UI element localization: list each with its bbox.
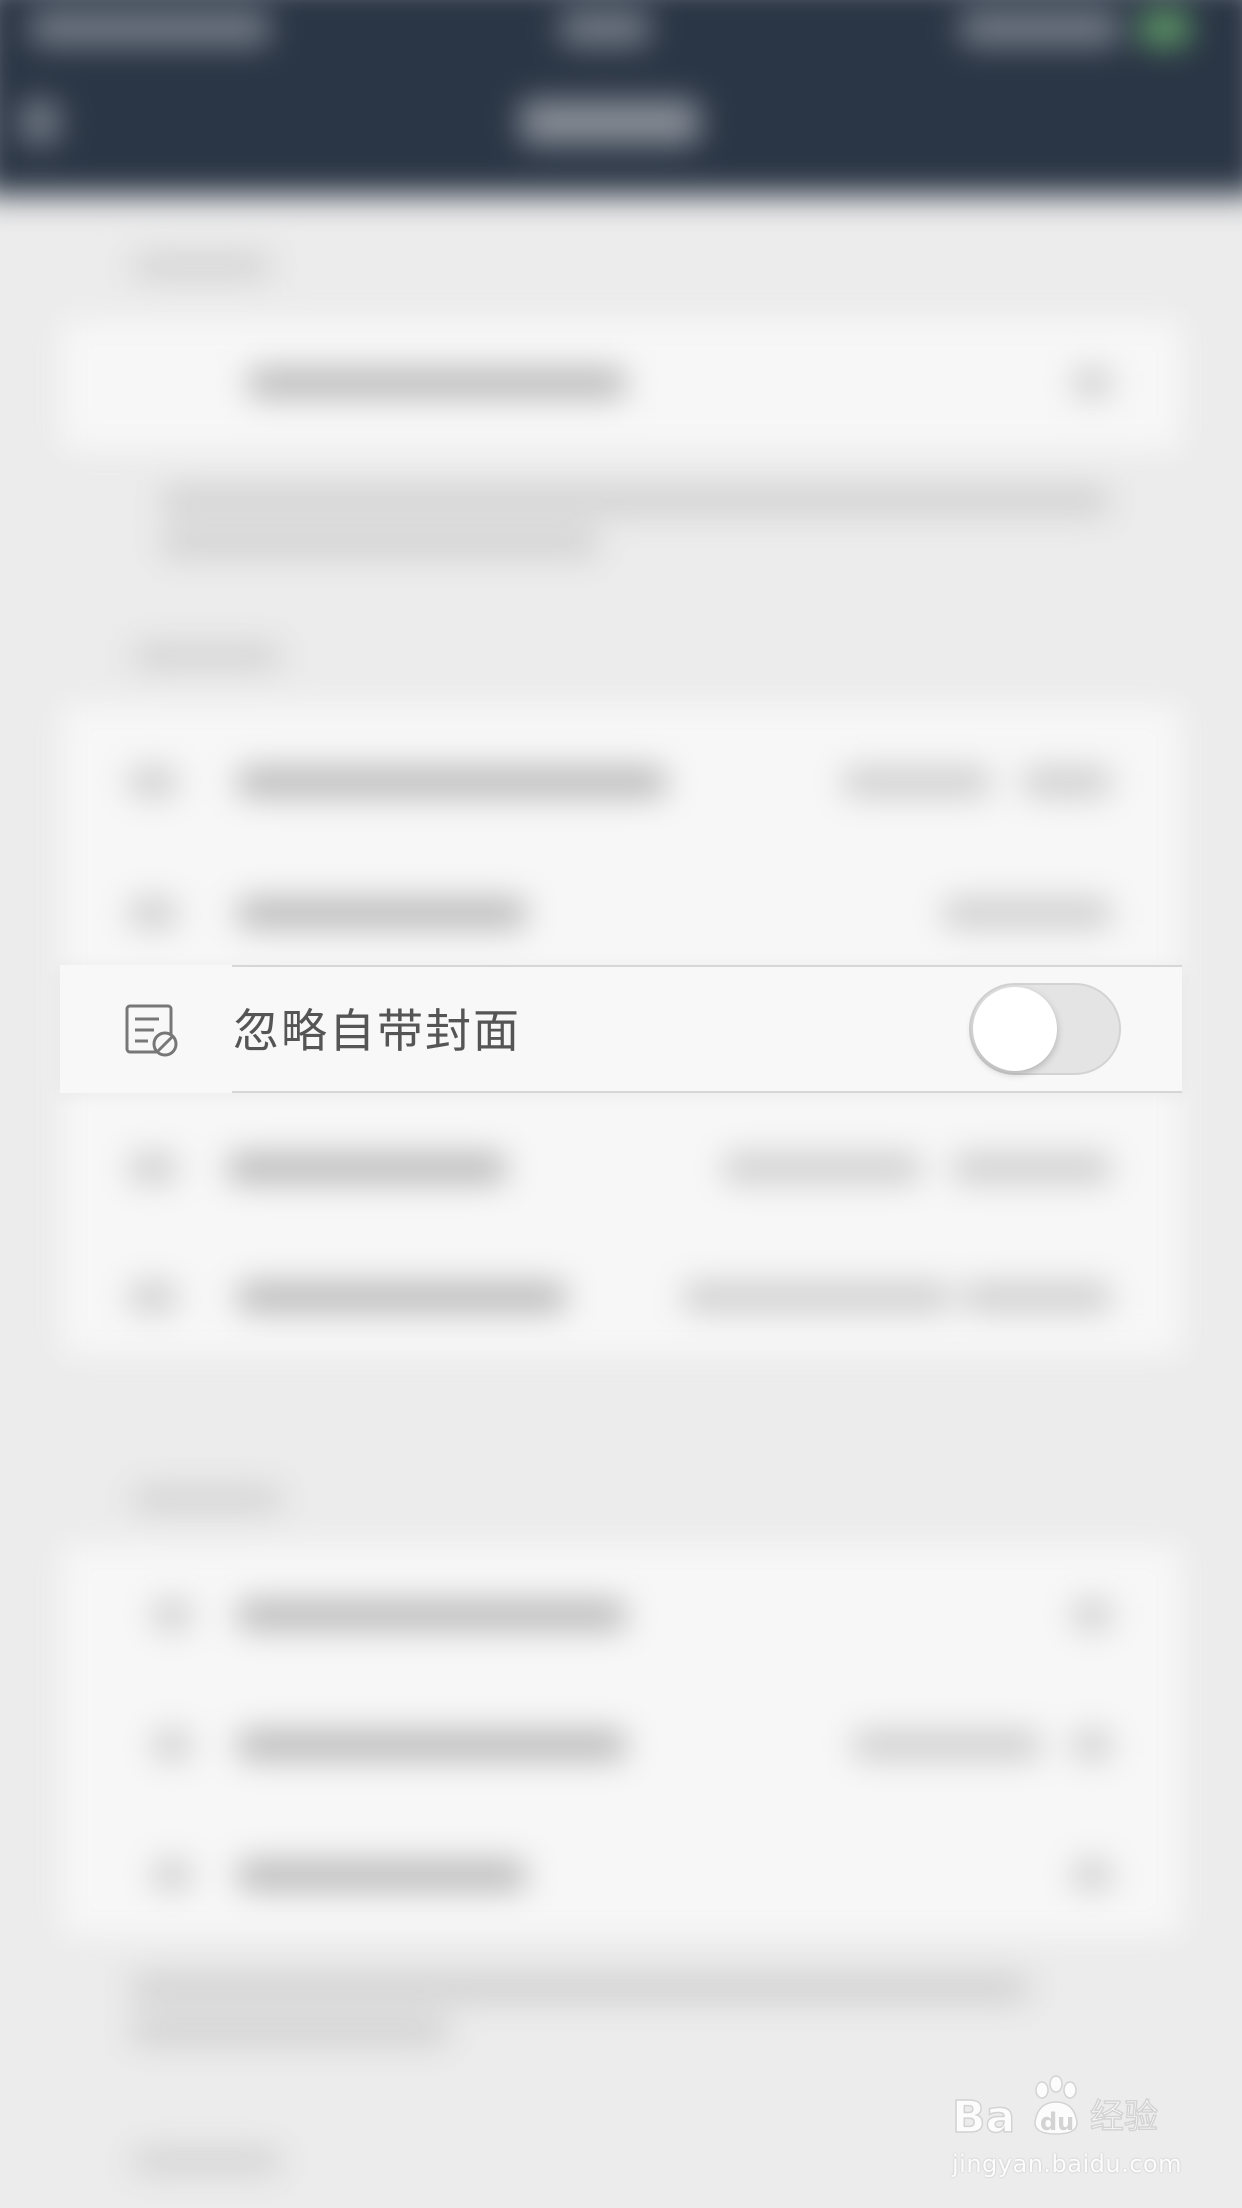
row-value [852, 1730, 1042, 1760]
row-value [682, 1282, 952, 1312]
svg-text:经验: 经验 [1090, 2097, 1158, 2137]
settings-screen: 忽略自带封面 Ba du 经验 jingyan.baidu.com [0, 0, 1242, 2208]
baidu-jingyan-watermark: Ba du 经验 jingyan.baidu.com [950, 2070, 1190, 2190]
row-text [237, 767, 667, 797]
row-icon [152, 1600, 192, 1630]
description-text [130, 2018, 450, 2044]
row-icon [128, 1282, 178, 1312]
section-header [132, 255, 272, 277]
row-text [237, 1600, 627, 1630]
ignore-cover-toggle[interactable] [969, 983, 1121, 1075]
chevron-right-icon [1072, 1730, 1112, 1760]
setting-label: 忽略自带封面 [233, 1004, 521, 1058]
row-value [942, 898, 1112, 928]
watermark-url: jingyan.baidu.com [952, 2150, 1182, 2178]
row-text [227, 1153, 507, 1183]
row-icon [128, 1153, 178, 1183]
row-value [962, 1282, 1112, 1312]
section-header [132, 1488, 282, 1510]
description-text [160, 530, 600, 556]
row-value [842, 767, 992, 797]
battery-icon [1140, 10, 1190, 46]
status-bar-time [560, 10, 650, 46]
row-text [237, 1860, 527, 1890]
section-header [132, 645, 282, 667]
row-text [237, 1282, 567, 1312]
description-text [160, 488, 1110, 514]
row-value [722, 1153, 922, 1183]
row-text [237, 898, 527, 928]
status-bar-battery [960, 10, 1120, 46]
ignore-cover-setting-row[interactable]: 忽略自带封面 [60, 965, 1182, 1093]
row-icon [152, 1730, 192, 1760]
baidu-logo: Ba du 经验 [951, 2075, 1159, 2144]
row-icon [128, 898, 178, 928]
row-icon [152, 1860, 192, 1890]
row-text [247, 368, 627, 398]
row-value [1022, 767, 1112, 797]
section-header [132, 2150, 282, 2172]
row-value [952, 1153, 1112, 1183]
toggle-knob [973, 987, 1057, 1071]
status-bar-carrier [30, 10, 270, 46]
row-divider-top [232, 965, 1182, 967]
blurred-background [0, 0, 1242, 2208]
settings-card [62, 320, 1182, 450]
chevron-right-icon [1072, 1860, 1112, 1890]
chevron-right-icon [1072, 368, 1112, 398]
settings-card [62, 1545, 1182, 1935]
chevron-right-icon [1072, 1600, 1112, 1630]
row-icon [128, 767, 178, 797]
description-text [130, 1975, 1030, 2001]
svg-text:Ba: Ba [952, 2092, 1015, 2143]
cover-ignore-icon [125, 1004, 178, 1057]
top-navigation-bar [0, 0, 1242, 195]
nav-title [520, 100, 700, 144]
row-divider-bottom [232, 1091, 1182, 1093]
svg-text:du: du [1040, 2108, 1074, 2136]
row-text [237, 1730, 627, 1760]
back-icon [20, 100, 60, 144]
